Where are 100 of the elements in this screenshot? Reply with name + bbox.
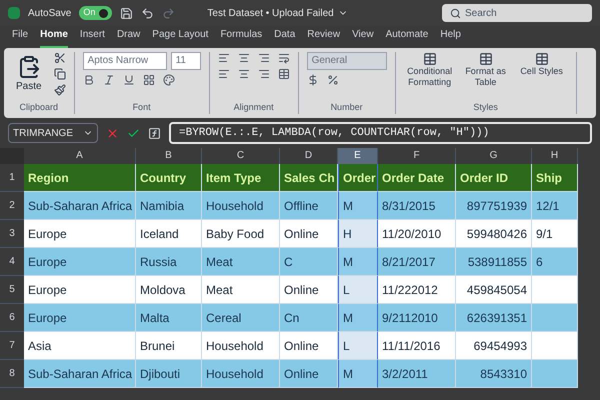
table-cell bbox=[532, 304, 578, 332]
header-cell: Region bbox=[24, 164, 136, 192]
font-name-field[interactable]: Aptos Narrow bbox=[82, 52, 167, 70]
table-cell: 11/222012 bbox=[378, 276, 456, 304]
style-button[interactable]: Conditional Formatting bbox=[404, 52, 456, 88]
table-cell: Iceland bbox=[136, 220, 202, 248]
table-cell: Cn bbox=[280, 304, 338, 332]
table-cell: Europe bbox=[24, 220, 136, 248]
save-icon[interactable] bbox=[120, 6, 134, 20]
table-cell: Malta bbox=[136, 304, 202, 332]
paste-button[interactable]: Paste bbox=[12, 54, 46, 94]
table-cell: M bbox=[338, 304, 378, 332]
align-left-icon[interactable] bbox=[218, 68, 230, 80]
table-cell: H bbox=[338, 220, 378, 248]
table-cell: 626391351 bbox=[456, 304, 532, 332]
ribbon-tab[interactable]: Review bbox=[307, 27, 340, 48]
borders-icon[interactable] bbox=[142, 74, 155, 86]
align-top-icon[interactable] bbox=[218, 52, 230, 64]
table-cell: 9/2112010 bbox=[378, 304, 456, 332]
bold-icon[interactable] bbox=[82, 74, 95, 86]
table-cell: Cereal bbox=[202, 304, 280, 332]
style-button[interactable]: Cell Styles bbox=[516, 52, 568, 88]
confirm-icon[interactable] bbox=[127, 126, 140, 140]
ribbon-tab[interactable]: Insert bbox=[80, 27, 105, 48]
name-box[interactable]: TRIMRANGE bbox=[8, 123, 98, 143]
table-cell: 599480426 bbox=[456, 220, 532, 248]
table-cell: Asia bbox=[24, 332, 136, 360]
column-header[interactable]: E bbox=[338, 148, 378, 164]
ribbon-tab[interactable]: Page Layout bbox=[152, 27, 208, 48]
merge-icon[interactable] bbox=[278, 68, 290, 80]
table-cell: Household bbox=[202, 360, 280, 388]
align-middle-icon[interactable] bbox=[238, 52, 250, 64]
scissors-icon[interactable] bbox=[54, 52, 66, 64]
italic-icon[interactable] bbox=[102, 74, 115, 86]
header-cell: Order bbox=[338, 164, 378, 192]
header-cell: Item Type bbox=[202, 164, 280, 192]
align-right-icon[interactable] bbox=[258, 68, 270, 80]
wrap-text-icon[interactable] bbox=[278, 52, 290, 64]
table-cell: 11/11/2016 bbox=[378, 332, 456, 360]
ribbon-tab[interactable]: File bbox=[12, 27, 28, 48]
table-cell: Online bbox=[280, 276, 338, 304]
group-label: Clipboard bbox=[18, 100, 60, 114]
table-cell: 9/1 bbox=[532, 220, 578, 248]
ribbon-tab[interactable]: Automate bbox=[386, 27, 428, 48]
cancel-icon[interactable] bbox=[106, 126, 119, 140]
table-icon bbox=[422, 52, 437, 66]
group-label: Number bbox=[330, 100, 364, 114]
undo-icon[interactable] bbox=[141, 6, 154, 20]
table-cell: Djibouti bbox=[136, 360, 202, 388]
underline-icon[interactable] bbox=[122, 74, 135, 86]
table-icon bbox=[534, 52, 549, 66]
ribbon-tab[interactable]: Formulas bbox=[220, 27, 262, 48]
header-cell: Ship bbox=[532, 164, 578, 192]
table-cell: M bbox=[338, 360, 378, 388]
table-cell: Moldova bbox=[136, 276, 202, 304]
table-cell: 69454993 bbox=[456, 332, 532, 360]
formula-field[interactable]: =BYROW(E.:.E, LAMBDA(row, COUNTCHAR(row, "H"))) bbox=[169, 122, 592, 144]
table-cell: L bbox=[338, 332, 378, 360]
table-cell: 8543310 bbox=[456, 360, 532, 388]
brush-icon[interactable] bbox=[54, 84, 66, 96]
ribbon-tab[interactable]: View bbox=[352, 27, 374, 48]
table-cell: M bbox=[338, 192, 378, 220]
font-size-field[interactable]: 11 bbox=[170, 52, 201, 70]
table-cell: Namibia bbox=[136, 192, 202, 220]
table-cell: Meat bbox=[202, 276, 280, 304]
header-cell: Country bbox=[136, 164, 202, 192]
fill-color-icon[interactable] bbox=[162, 74, 175, 86]
header-cell: Sales Ch bbox=[280, 164, 338, 192]
table-cell bbox=[532, 276, 578, 304]
search-field[interactable]: Search bbox=[442, 4, 592, 22]
table-icon bbox=[478, 52, 493, 66]
table-cell: 8/31/2015 bbox=[378, 192, 456, 220]
header-cell: Order Date bbox=[378, 164, 456, 192]
table-cell: Meat bbox=[202, 248, 280, 276]
style-button[interactable]: Format as Table bbox=[460, 52, 512, 88]
table-cell: 8/21/2017 bbox=[378, 248, 456, 276]
table-cell bbox=[532, 332, 578, 360]
group-label: Styles bbox=[472, 100, 499, 114]
table-cell: Offline bbox=[280, 192, 338, 220]
currency-icon[interactable] bbox=[306, 74, 319, 86]
table-cell: Russia bbox=[136, 248, 202, 276]
app-logo-icon bbox=[8, 7, 20, 19]
ribbon-tab[interactable]: Help bbox=[440, 27, 461, 48]
table-cell: Brunei bbox=[136, 332, 202, 360]
ribbon-tab[interactable]: Data bbox=[274, 27, 296, 48]
table-cell: Europe bbox=[24, 276, 136, 304]
table-cell: Online bbox=[280, 360, 338, 388]
document-title[interactable]: Test Dataset • Upload Failed bbox=[207, 6, 348, 20]
table-cell: Europe bbox=[24, 304, 136, 332]
align-bottom-icon[interactable] bbox=[258, 52, 270, 64]
percent-icon[interactable] bbox=[326, 74, 339, 86]
table-cell: Sub-Saharan Africa bbox=[24, 360, 136, 388]
align-center-icon[interactable] bbox=[238, 68, 250, 80]
copy-icon[interactable] bbox=[54, 68, 66, 80]
table-cell: Baby Food bbox=[202, 220, 280, 248]
table-cell: 12/1 bbox=[532, 192, 578, 220]
group-label: Font bbox=[132, 100, 152, 114]
ribbon-tab[interactable]: Draw bbox=[116, 27, 140, 48]
function-icon[interactable] bbox=[148, 126, 161, 140]
table-cell: Europe bbox=[24, 248, 136, 276]
